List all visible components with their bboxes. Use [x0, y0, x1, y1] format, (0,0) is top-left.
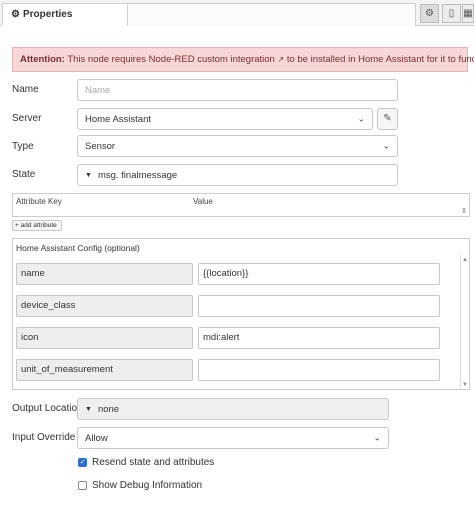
debug-info-label: Show Debug Information [92, 480, 203, 491]
ha-value-unit[interactable] [198, 359, 440, 381]
name-input[interactable]: Name [77, 79, 398, 101]
pencil-icon: ✎ [383, 113, 392, 124]
attribute-table: Attribute Key Value ⇕ [12, 193, 470, 217]
chevron-down-icon: ⌄ [373, 432, 381, 443]
state-type: msg. [97, 169, 119, 181]
checkmark-icon: ✓ [79, 459, 86, 466]
banner-prefix: Attention: [20, 54, 65, 65]
input-override-value: Allow [85, 432, 108, 444]
ha-value-device-class[interactable] [198, 295, 440, 317]
debug-info-checkbox[interactable] [78, 481, 87, 490]
settings-gear-button[interactable]: ⚙ [420, 4, 439, 23]
type-value: Sensor [85, 140, 116, 152]
server-select[interactable]: Home Assistant ⌄ [77, 108, 373, 130]
description-button[interactable]: ▯ [442, 4, 461, 23]
ha-value-name[interactable]: {{location}} [198, 263, 440, 285]
add-attribute-label: add attribute [20, 222, 57, 229]
state-label: State [12, 169, 36, 180]
banner-text: This node requires Node-RED custom integ… [64, 54, 275, 65]
attribute-key-header: Attribute Key [16, 197, 62, 206]
resend-state-checkbox[interactable]: ✓ [78, 458, 87, 467]
state-input[interactable]: ▼ msg. finalmessage [77, 164, 398, 186]
scroll-down-icon[interactable]: ▼ [462, 382, 468, 388]
output-location-input: ▼ none [77, 398, 389, 420]
ha-config-title: Home Assistant Config (optional) [16, 243, 140, 253]
chevron-down-icon: ⌄ [382, 140, 390, 151]
chevron-down-icon: ⌄ [357, 113, 365, 124]
ha-value-icon[interactable]: mdi:alert [198, 327, 440, 349]
add-attribute-button[interactable]: + add attribute [12, 220, 62, 231]
banner-suffix: to be installed in Home Assistant for it… [284, 54, 474, 65]
attribute-value-header: Value [193, 197, 213, 206]
tab-label: Properties [22, 9, 73, 20]
ha-key-name: name [16, 263, 193, 285]
gear-icon: ⚙ [11, 9, 20, 20]
tab-bar: ⚙ Properties ⚙ ▯ ▦ [0, 0, 474, 26]
scroll-arrows-icon[interactable]: ⇕ [461, 207, 467, 215]
server-value: Home Assistant [85, 113, 151, 125]
caret-down-icon: ▼ [85, 405, 92, 413]
type-label: Type [12, 141, 34, 152]
appearance-button[interactable]: ▦ [462, 4, 474, 23]
scroll-up-icon[interactable]: ▲ [462, 257, 468, 263]
state-value: finalmessage [121, 169, 178, 181]
document-icon: ▯ [448, 8, 455, 19]
edit-server-button[interactable]: ✎ [377, 108, 398, 130]
ha-key-icon: icon [16, 327, 193, 349]
input-override-label: Input Override [12, 432, 76, 443]
grid-icon: ▦ [463, 8, 473, 19]
type-select[interactable]: Sensor ⌄ [77, 135, 398, 157]
name-label: Name [12, 84, 39, 95]
plus-icon: + [15, 222, 19, 229]
gear-icon: ⚙ [425, 8, 434, 19]
ha-config-scrollbar[interactable]: ▲ ▼ [460, 255, 469, 390]
server-label: Server [12, 113, 42, 124]
output-location-label: Output Location [12, 403, 83, 414]
output-location-value: none [97, 403, 120, 415]
ha-key-device-class: device_class [16, 295, 193, 317]
resend-state-label: Resend state and attributes [92, 457, 215, 468]
attention-banner: Attention: This node requires Node-RED c… [12, 47, 474, 72]
tab-properties[interactable]: ⚙ Properties [2, 3, 128, 26]
input-override-select[interactable]: Allow ⌄ [77, 427, 389, 449]
tab-strip-empty [128, 3, 416, 26]
ha-key-unit: unit_of_measurement [16, 359, 193, 381]
caret-down-icon[interactable]: ▼ [85, 172, 92, 179]
